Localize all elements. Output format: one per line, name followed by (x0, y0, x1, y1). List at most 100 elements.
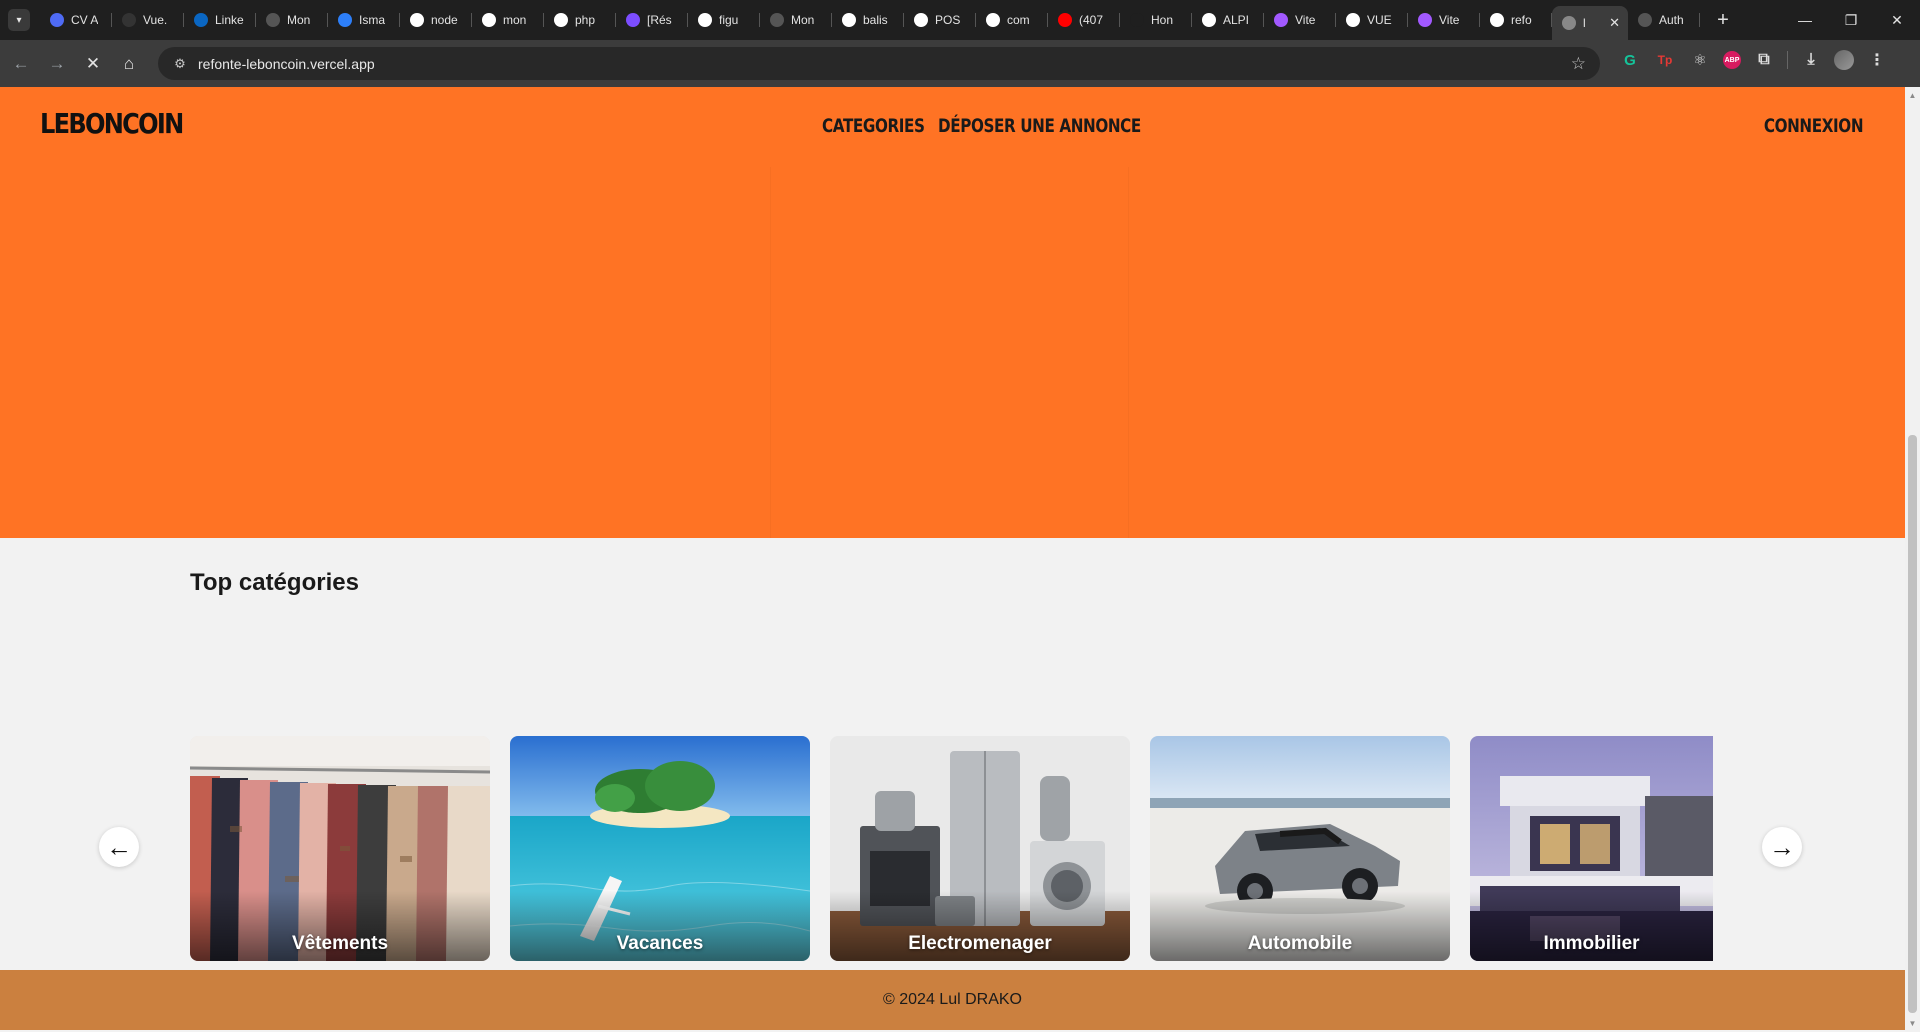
profile-avatar[interactable] (1834, 50, 1854, 70)
google-icon (482, 13, 496, 27)
more-menu-icon[interactable]: ⋮ (1865, 48, 1889, 72)
browser-tab[interactable]: [Rés (616, 4, 688, 36)
vite-icon (1418, 13, 1432, 27)
browser-tab[interactable]: Hon (1120, 4, 1192, 36)
grammarly-extension-icon[interactable]: G (1618, 48, 1642, 72)
main-nav: CATEGORIES DÉPOSER UNE ANNONCE (822, 115, 1192, 137)
scrollbar-thumb[interactable] (1908, 435, 1917, 1013)
doc-icon (50, 13, 64, 27)
minimize-icon[interactable]: — (1782, 0, 1828, 40)
browser-tab[interactable]: Vue. (112, 4, 184, 36)
browser-tab[interactable]: php (544, 4, 616, 36)
tab-search-button[interactable]: ▾ (8, 9, 30, 31)
bookmark-star-icon[interactable]: ☆ (1571, 54, 1586, 74)
browser-tab[interactable]: Isma (328, 4, 400, 36)
browser-tab[interactable]: CV A (40, 4, 112, 36)
browser-tab[interactable]: VUE (1336, 4, 1408, 36)
linkedin-icon (194, 13, 208, 27)
category-card-clothing[interactable]: Vêtements (190, 736, 490, 961)
tab-title: Linke (215, 13, 244, 27)
google-icon (410, 13, 424, 27)
loading-icon (1562, 16, 1576, 30)
browser-tab[interactable]: node (400, 4, 472, 36)
browser-tab[interactable]: refo (1480, 4, 1552, 36)
hero-divider (1128, 167, 1129, 538)
page-scrollbar[interactable]: ▲ ▼ (1905, 87, 1920, 1032)
category-label: Automobile (1247, 933, 1353, 954)
browser-tab[interactable]: Vite (1408, 4, 1480, 36)
address-bar[interactable]: ⚙ refonte-leboncoin.vercel.app ☆ (158, 47, 1600, 80)
browser-tab[interactable]: mon (472, 4, 544, 36)
browser-tab[interactable]: com (976, 4, 1048, 36)
tab-title: (407 (1079, 13, 1104, 27)
stop-loading-icon[interactable]: ✕ (78, 49, 108, 79)
extensions-area: G Tp ⚛ ABP ⧉ ⤓ ⋮ (1618, 48, 1889, 72)
tab-title: l (1583, 16, 1586, 30)
browser-tab[interactable]: (407 (1048, 4, 1120, 36)
new-tab-button[interactable]: + (1710, 9, 1736, 32)
tab-title: node (431, 13, 458, 27)
tab-list: CV A Vue. Linke Mon Isma node mon php [Rés figu Mo… (40, 0, 1700, 40)
download-icon[interactable]: ⤓ (1799, 48, 1823, 72)
google-icon (698, 13, 712, 27)
browser-tab[interactable]: figu (688, 4, 760, 36)
browser-tab[interactable]: Vite (1264, 4, 1336, 36)
fi-icon (1130, 13, 1144, 27)
tab-title: Auth (1659, 13, 1684, 27)
toolbar-divider (1787, 51, 1788, 69)
browser-tab[interactable]: Mon (256, 4, 328, 36)
category-label: Vacances (616, 933, 704, 954)
carousel-next-button[interactable]: → (1762, 827, 1802, 867)
category-card-auto[interactable]: Automobile (1150, 736, 1450, 961)
scroll-up-icon[interactable]: ▲ (1908, 91, 1917, 100)
hero-divider (770, 167, 771, 538)
restore-icon[interactable]: ❐ (1828, 0, 1874, 40)
tab-title: Hon (1151, 13, 1174, 27)
site-logo[interactable]: LEBONCOIN (40, 107, 184, 140)
browser-tab[interactable]: balis (832, 4, 904, 36)
browser-tab[interactable]: POS (904, 4, 976, 36)
browser-tab[interactable]: Mon (760, 4, 832, 36)
category-card-holidays[interactable]: Vacances (510, 736, 810, 961)
extensions-puzzle-icon[interactable]: ⧉ (1752, 48, 1776, 72)
tab-title: php (575, 13, 596, 27)
tab-title: [Rés (647, 13, 672, 27)
google-icon (842, 13, 856, 27)
nav-post-ad-link[interactable]: DÉPOSER UNE ANNONCE (938, 115, 1141, 137)
scroll-down-icon[interactable]: ▼ (1908, 1019, 1917, 1028)
tp-extension-icon[interactable]: Tp (1653, 48, 1677, 72)
nav-categories-link[interactable]: CATEGORIES (822, 115, 925, 137)
globe-icon (266, 13, 280, 27)
site-info-icon[interactable]: ⚙ (166, 56, 194, 72)
browser-tab[interactable]: Linke (184, 4, 256, 36)
arrow-right-icon: → (1769, 831, 1795, 862)
react-devtools-icon[interactable]: ⚛ (1688, 48, 1712, 72)
footer-copyright: © 2024 Lul DRAKO (883, 991, 1022, 1008)
window-controls: — ❐ ✕ (1782, 0, 1920, 40)
category-card-realestate[interactable]: Immobilier (1470, 736, 1713, 961)
browser-tab-strip: ▾ CV A Vue. Linke Mon Isma node mon php [Rés figu… (0, 0, 1920, 40)
vercel-icon (1490, 13, 1504, 27)
close-window-icon[interactable]: ✕ (1874, 0, 1920, 40)
back-arrow-icon[interactable]: ← (6, 49, 36, 79)
browser-tab[interactable]: ALPI (1192, 4, 1264, 36)
tab-title: com (1007, 13, 1030, 27)
close-tab-icon[interactable]: ✕ (1609, 15, 1620, 31)
forward-arrow-icon[interactable]: → (42, 49, 72, 79)
tab-title: Mon (791, 13, 815, 27)
browser-tab[interactable]: l ✕ (1552, 6, 1628, 40)
category-card-appliances[interactable]: Electromenager (830, 736, 1130, 961)
category-label: Electromenager (908, 933, 1052, 954)
categories-carousel: Vêtements Vacances Electromenager Automo… (190, 736, 1713, 962)
adblock-plus-icon[interactable]: ABP (1723, 51, 1741, 69)
home-icon[interactable]: ⌂ (114, 49, 144, 79)
browser-tab[interactable]: Auth (1628, 4, 1700, 36)
url-text[interactable]: refonte-leboncoin.vercel.app (198, 56, 375, 72)
google-icon (986, 13, 1000, 27)
tab-title: Mon (287, 13, 311, 27)
d-icon (626, 13, 640, 27)
browser-toolbar: ← → ✕ ⌂ ⚙ refonte-leboncoin.vercel.app ☆… (0, 40, 1920, 87)
carousel-prev-button[interactable]: ← (99, 827, 139, 867)
login-link[interactable]: CONNEXION (1764, 115, 1864, 137)
hero-banner: LEBONCOIN CATEGORIES DÉPOSER UNE ANNONCE… (0, 87, 1905, 538)
